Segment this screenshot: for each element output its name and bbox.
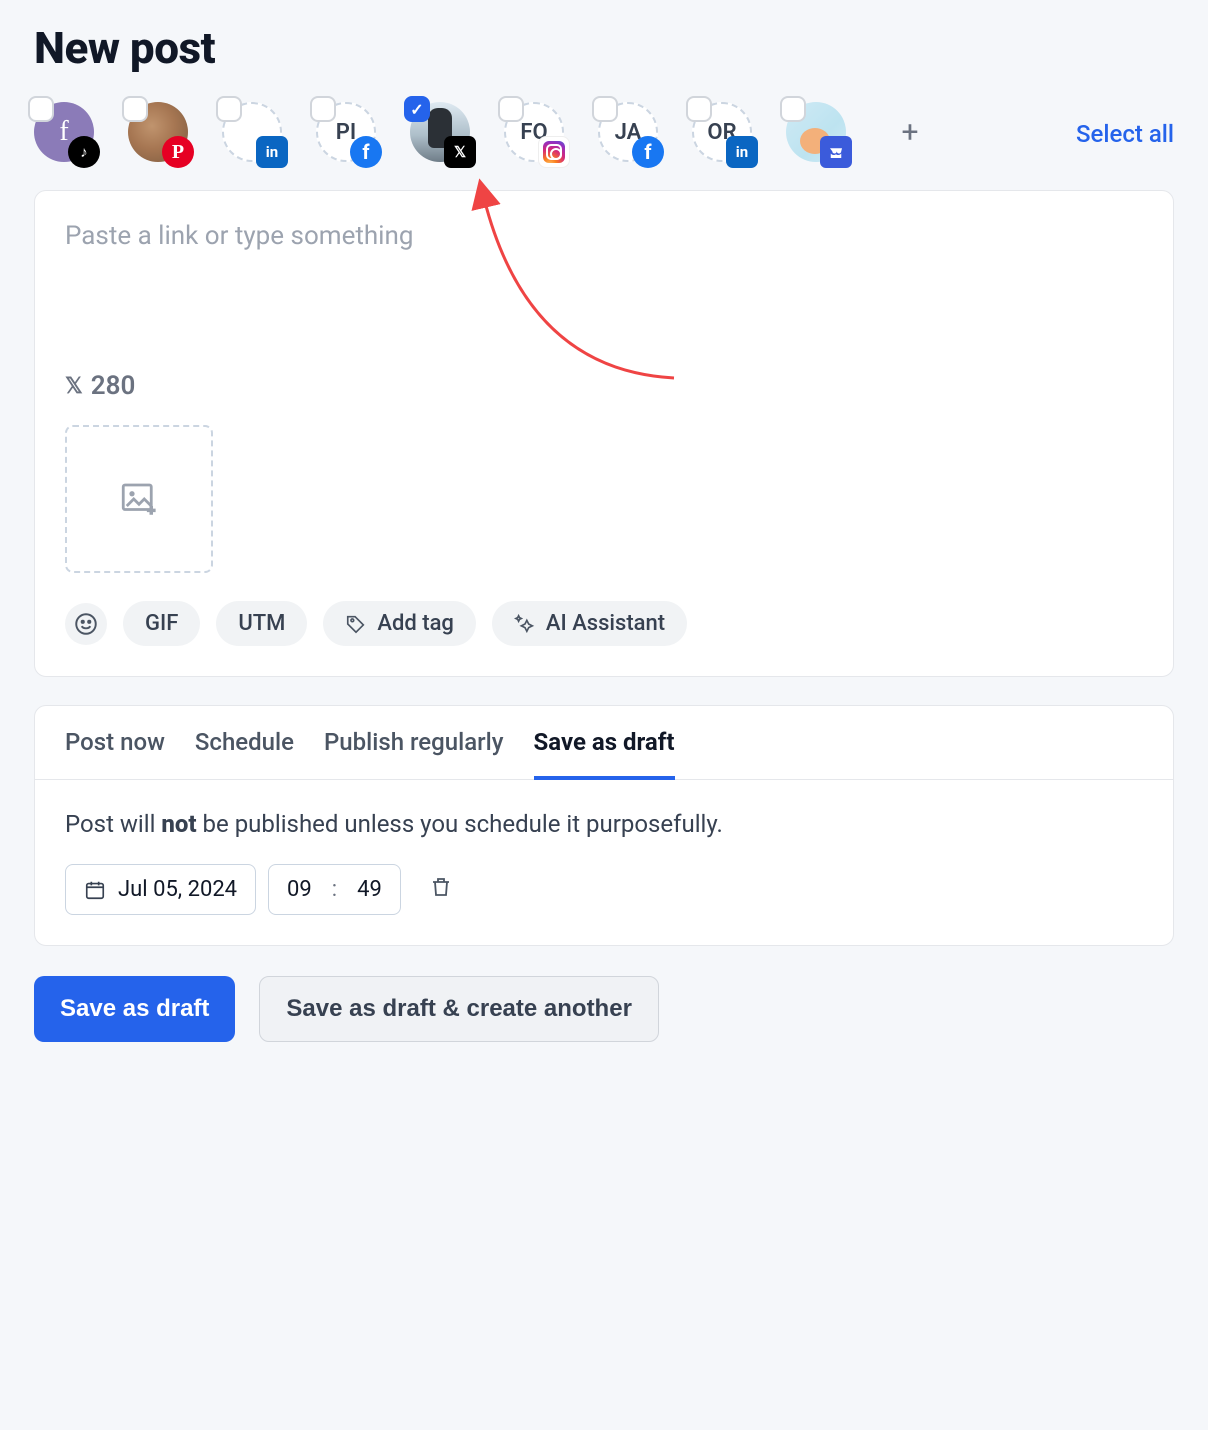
accounts-list: f ♪ P in PI f ✓ 𝕏 FO	[34, 102, 1042, 162]
save-draft-create-another-button[interactable]: Save as draft & create another	[259, 976, 658, 1042]
tiktok-icon: ♪	[68, 136, 100, 168]
tab-post-now[interactable]: Post now	[65, 728, 165, 779]
linkedin-icon: in	[256, 136, 288, 168]
date-picker[interactable]: Jul 05, 2024	[65, 864, 256, 915]
google-business-icon	[820, 136, 852, 168]
time-picker[interactable]: 09 : 49	[268, 864, 401, 915]
account-item[interactable]: OR in	[692, 102, 752, 162]
compose-input[interactable]	[65, 221, 1143, 361]
linkedin-icon: in	[726, 136, 758, 168]
char-limit-value: 280	[91, 371, 136, 401]
x-icon: 𝕏	[65, 374, 81, 399]
account-checkbox[interactable]: ✓	[404, 96, 430, 122]
sparkle-icon	[514, 613, 536, 635]
x-icon: 𝕏	[444, 136, 476, 168]
select-all-link[interactable]: Select all	[1076, 102, 1174, 148]
account-checkbox[interactable]	[498, 96, 524, 122]
account-checkbox[interactable]	[122, 96, 148, 122]
ai-assistant-button[interactable]: AI Assistant	[492, 601, 687, 646]
add-media-button[interactable]	[65, 425, 213, 573]
account-item[interactable]: ✓ 𝕏	[410, 102, 470, 162]
account-checkbox[interactable]	[28, 96, 54, 122]
tab-publish-regularly[interactable]: Publish regularly	[324, 728, 504, 779]
save-draft-button[interactable]: Save as draft	[34, 976, 235, 1042]
hour-value: 09	[287, 877, 312, 902]
emoji-button[interactable]	[65, 603, 107, 645]
account-item[interactable]: JA f	[598, 102, 658, 162]
utm-button[interactable]: UTM	[216, 601, 307, 646]
account-item[interactable]	[786, 102, 846, 162]
account-checkbox[interactable]	[310, 96, 336, 122]
add-account-button[interactable]: +	[880, 102, 940, 162]
draft-panel: Post will not be published unless you sc…	[35, 780, 1173, 945]
publish-tabs: Post now Schedule Publish regularly Save…	[35, 706, 1173, 780]
tab-save-as-draft[interactable]: Save as draft	[534, 728, 675, 780]
tab-schedule[interactable]: Schedule	[195, 728, 294, 779]
page-title: New post	[34, 22, 1174, 74]
clear-datetime-button[interactable]	[413, 867, 469, 913]
account-item[interactable]: PI f	[316, 102, 376, 162]
publish-card: Post now Schedule Publish regularly Save…	[34, 705, 1174, 946]
account-checkbox[interactable]	[686, 96, 712, 122]
facebook-icon: f	[632, 136, 664, 168]
trash-icon	[429, 875, 453, 899]
account-checkbox[interactable]	[592, 96, 618, 122]
minute-value: 49	[357, 877, 382, 902]
account-checkbox[interactable]	[780, 96, 806, 122]
accounts-section: f ♪ P in PI f ✓ 𝕏 FO	[34, 102, 1174, 162]
account-item[interactable]: f ♪	[34, 102, 94, 162]
action-buttons: Save as draft Save as draft & create ano…	[34, 976, 1174, 1042]
draft-note: Post will not be published unless you sc…	[65, 810, 1143, 838]
instagram-icon	[538, 136, 570, 168]
gif-button[interactable]: GIF	[123, 601, 200, 646]
char-counter: 𝕏 280	[65, 371, 1143, 401]
account-item[interactable]: FO	[504, 102, 564, 162]
account-checkbox[interactable]	[216, 96, 242, 122]
compose-card: 𝕏 280 GIF UTM Add tag AI Assistant	[34, 190, 1174, 677]
date-value: Jul 05, 2024	[118, 877, 237, 902]
facebook-icon: f	[350, 136, 382, 168]
account-item[interactable]: P	[128, 102, 188, 162]
account-item[interactable]: in	[222, 102, 282, 162]
calendar-icon	[84, 879, 106, 901]
add-tag-button[interactable]: Add tag	[323, 601, 476, 646]
compose-toolbar: GIF UTM Add tag AI Assistant	[65, 601, 1143, 646]
tag-icon	[345, 613, 367, 635]
pinterest-icon: P	[162, 136, 194, 168]
